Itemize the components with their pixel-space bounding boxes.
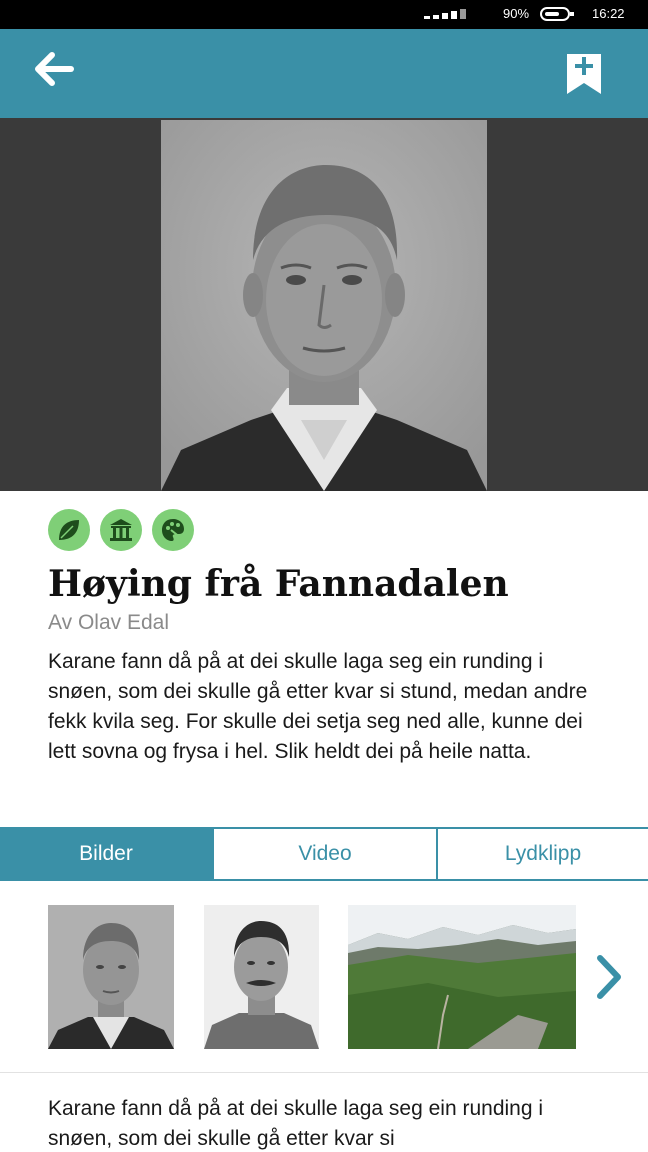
- section-divider: [0, 1072, 648, 1073]
- gallery-thumb-portrait-2[interactable]: [204, 905, 319, 1049]
- leaf-icon[interactable]: [48, 509, 90, 551]
- tab-lydklipp[interactable]: Lydklipp: [436, 829, 648, 879]
- signal-icon: [424, 9, 466, 19]
- media-tabs: Bilder Video Lydklipp: [0, 827, 648, 881]
- story-content: Høying frå Fannadalen Av Olav Edal Karan…: [48, 509, 608, 767]
- gallery-thumb-portrait-1[interactable]: [48, 905, 174, 1049]
- back-button[interactable]: [28, 47, 80, 91]
- chevron-right-icon: [597, 955, 621, 999]
- tab-video[interactable]: Video: [212, 829, 436, 879]
- story-title: Høying frå Fannadalen: [48, 563, 509, 605]
- tab-bilder[interactable]: Bilder: [0, 829, 212, 879]
- story-author: Av Olav Edal: [48, 611, 170, 634]
- palette-icon[interactable]: [152, 509, 194, 551]
- add-bookmark-button[interactable]: [560, 47, 608, 99]
- story-excerpt: Karane fann då på at dei skulle laga seg…: [48, 650, 588, 763]
- clock: 16:22: [592, 6, 625, 21]
- status-bar: 90% 16:22: [0, 0, 648, 29]
- story-full-text: Karane fann då på at dei skulle laga seg…: [48, 1097, 544, 1150]
- battery-percent: 90%: [503, 6, 530, 21]
- battery-icon: [540, 7, 574, 21]
- bookmark-add-icon: [567, 54, 601, 94]
- museum-icon[interactable]: [100, 509, 142, 551]
- app-bar: [0, 29, 648, 118]
- arrow-left-icon: [35, 52, 74, 86]
- gallery-next-button[interactable]: [590, 952, 630, 1002]
- hero-image-area: [0, 118, 648, 491]
- category-icons: [48, 509, 608, 551]
- portrait-photo[interactable]: [161, 120, 487, 491]
- gallery-thumb-landscape[interactable]: [348, 905, 576, 1049]
- image-gallery: [0, 882, 648, 1072]
